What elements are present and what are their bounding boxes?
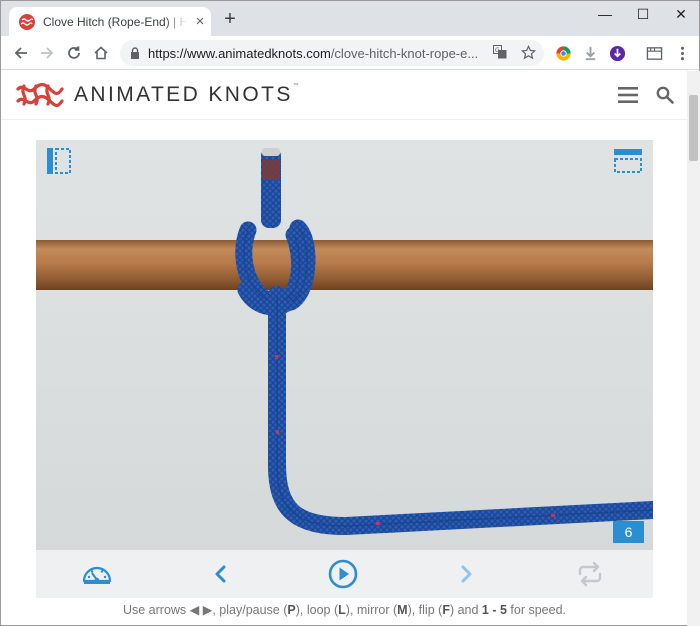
frame-number-badge: 6 bbox=[613, 521, 644, 543]
brand-name[interactable]: ANIMATED KNOTS™ bbox=[74, 83, 299, 107]
site-header: ANIMATED KNOTS™ bbox=[1, 71, 687, 120]
knot-animation-frame[interactable] bbox=[36, 140, 653, 550]
tab-title: Clove Hitch (Rope-End) | How to tie bbox=[43, 15, 187, 29]
browser-window: Clove Hitch (Rope-End) | How to tie × + … bbox=[0, 0, 700, 626]
svg-text:G: G bbox=[495, 47, 500, 54]
tab-strip: Clove Hitch (Rope-End) | How to tie × + … bbox=[1, 1, 699, 36]
browser-tab[interactable]: Clove Hitch (Rope-End) | How to tie × bbox=[9, 7, 211, 36]
rope-standing-part bbox=[268, 286, 653, 536]
forward-button[interactable] bbox=[35, 41, 59, 65]
speed-gauge-icon[interactable] bbox=[81, 559, 113, 589]
chevron-right-icon[interactable] bbox=[450, 559, 482, 589]
arrow-left-icon bbox=[14, 47, 27, 59]
play-icon[interactable] bbox=[327, 559, 359, 589]
page-scrollbar[interactable] bbox=[687, 71, 700, 626]
scrollbar-thumb[interactable] bbox=[689, 95, 698, 161]
keyboard-hint: Use arrows ◀ ▶, play/pause (P), loop (L)… bbox=[122, 603, 567, 617]
knot-photo bbox=[36, 148, 653, 536]
home-button[interactable] bbox=[89, 41, 113, 65]
chrome-extension-icon[interactable] bbox=[555, 45, 572, 62]
flip-icon[interactable] bbox=[614, 149, 642, 173]
lock-icon bbox=[131, 47, 139, 59]
url-text: https://www.animatedknots.com/clove-hitc… bbox=[148, 46, 479, 61]
maximize-button[interactable]: ☐ bbox=[623, 3, 663, 27]
browser-toolbar: https://www.animatedknots.com/clove-hitc… bbox=[1, 36, 699, 70]
mirror-icon[interactable] bbox=[47, 148, 71, 174]
chevron-left-icon[interactable] bbox=[205, 559, 237, 589]
tab-close-icon[interactable]: × bbox=[192, 14, 208, 30]
loop-icon[interactable] bbox=[574, 559, 606, 589]
player-controls bbox=[36, 550, 653, 598]
home-icon bbox=[94, 46, 108, 60]
tab-manager-icon[interactable] bbox=[646, 45, 663, 62]
search-icon[interactable] bbox=[656, 86, 674, 104]
close-window-button[interactable]: ✕ bbox=[661, 3, 700, 27]
reload-button[interactable] bbox=[62, 41, 86, 65]
back-button[interactable] bbox=[9, 41, 33, 65]
download-icon[interactable] bbox=[582, 45, 599, 62]
favicon-icon bbox=[19, 14, 35, 30]
address-bar[interactable]: https://www.animatedknots.com/clove-hitc… bbox=[120, 40, 544, 66]
reload-icon bbox=[68, 46, 80, 59]
knot-logo-icon[interactable] bbox=[16, 83, 64, 107]
extension-icon[interactable] bbox=[609, 45, 626, 62]
kebab-menu-icon[interactable] bbox=[674, 45, 691, 62]
wooden-pole bbox=[36, 240, 653, 290]
minimize-button[interactable]: — bbox=[585, 3, 625, 27]
translate-icon[interactable]: G bbox=[492, 45, 508, 61]
arrow-right-icon bbox=[41, 47, 54, 59]
new-tab-button[interactable]: + bbox=[220, 9, 240, 30]
hamburger-menu-icon[interactable] bbox=[618, 86, 638, 104]
bookmark-star-icon[interactable] bbox=[520, 44, 536, 61]
